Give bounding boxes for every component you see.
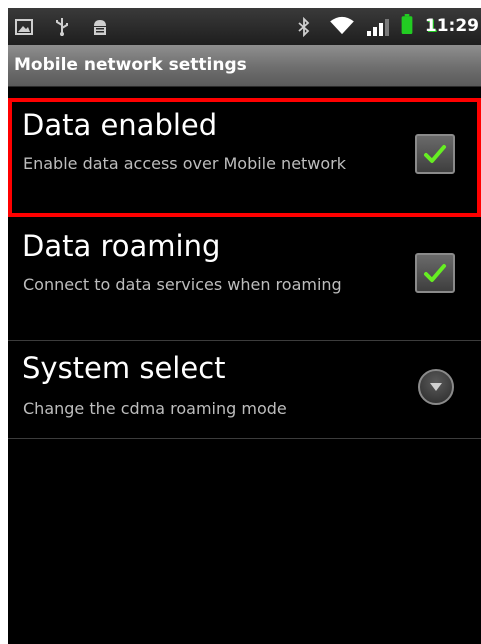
battery-icon <box>401 14 413 34</box>
signal-icon <box>367 19 389 36</box>
title-bar: Mobile network settings <box>8 45 481 87</box>
pref-title: Data roaming <box>22 229 221 263</box>
phone-screen: 1 11:29 Mobile network settings Data ena… <box>8 8 481 644</box>
chevron-down-icon <box>430 383 442 391</box>
status-bar: 1 11:29 <box>8 8 481 45</box>
pref-summary: Connect to data services when roaming <box>23 275 342 294</box>
pref-data-enabled[interactable]: Data enabled Enable data access over Mob… <box>8 98 481 217</box>
checkmark-icon <box>424 145 446 163</box>
page-title: Mobile network settings <box>14 55 247 75</box>
usb-icon <box>56 18 68 36</box>
pref-title: Data enabled <box>22 108 218 142</box>
pref-summary: Change the cdma roaming mode <box>23 399 287 418</box>
pref-system-select[interactable]: System select Change the cdma roaming mo… <box>8 341 481 439</box>
wifi-icon <box>330 16 354 35</box>
pref-title: System select <box>22 351 226 385</box>
status-time: 11:29 <box>424 16 479 36</box>
pref-data-roaming[interactable]: Data roaming Connect to data services wh… <box>8 217 481 341</box>
data-enabled-checkbox[interactable] <box>415 134 455 174</box>
checkmark-icon <box>424 264 446 282</box>
bluetooth-icon <box>298 17 310 37</box>
gallery-icon <box>15 19 33 35</box>
pref-summary: Enable data access over Mobile network <box>23 154 347 173</box>
system-select-dropdown-button[interactable] <box>418 369 454 405</box>
android-debug-icon <box>94 20 106 35</box>
data-roaming-checkbox[interactable] <box>415 253 455 293</box>
